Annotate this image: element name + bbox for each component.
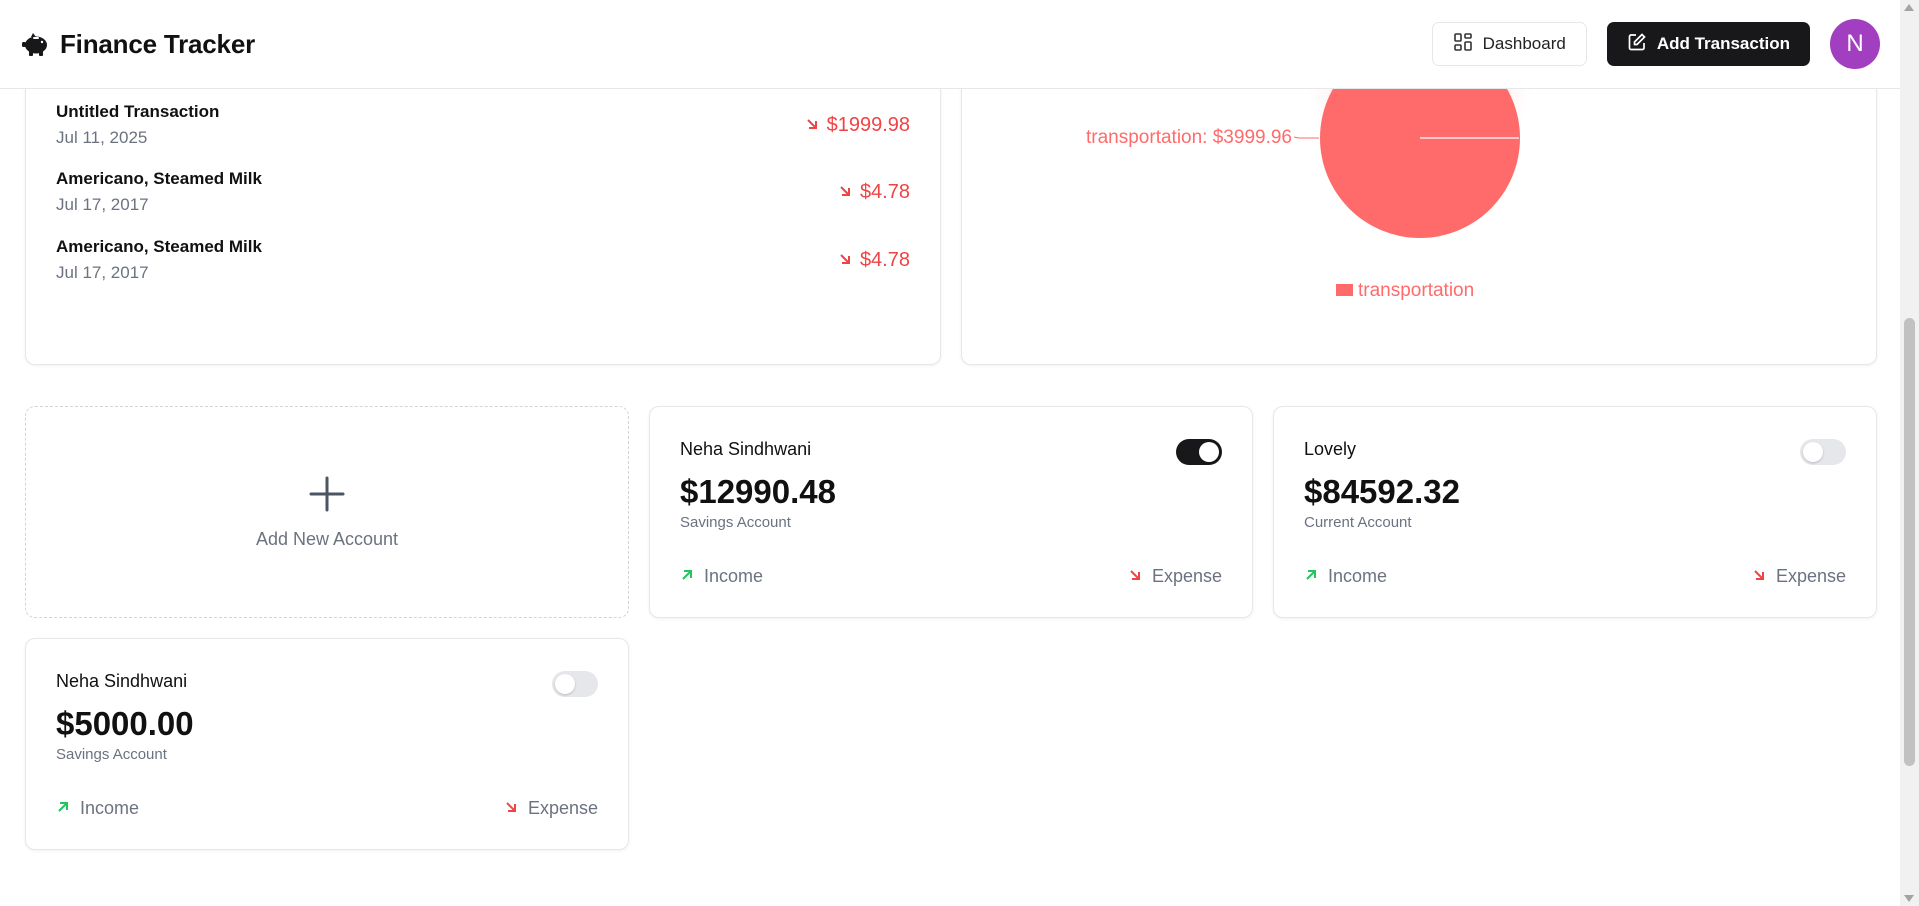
account-type: Savings Account xyxy=(56,746,167,763)
toggle-knob xyxy=(1199,442,1219,462)
expense-link[interactable]: Expense xyxy=(1752,566,1846,587)
account-type: Savings Account xyxy=(680,514,791,531)
scroll-up-arrow-icon[interactable] xyxy=(1904,4,1914,11)
add-account-label: Add New Account xyxy=(255,529,399,549)
legend-swatch xyxy=(1336,284,1353,296)
arrow-down-right-icon xyxy=(1752,566,1766,587)
account-balance: $5000.00 xyxy=(56,705,194,742)
transaction-amount-value: $1999.98 xyxy=(826,113,910,136)
header-actions: Dashboard Add Transaction N xyxy=(1431,19,1880,69)
plus-icon xyxy=(307,474,347,519)
transaction-amount: $1999.98 xyxy=(805,114,910,137)
income-link[interactable]: Income xyxy=(1304,566,1387,587)
transaction-amount: $4.78 xyxy=(838,249,910,272)
app-header: Finance Tracker Dashboard Add Transactio… xyxy=(0,0,1900,89)
transaction-name: Americano, Steamed Milk xyxy=(56,237,262,256)
expense-label: Expense xyxy=(1151,566,1222,586)
income-link[interactable]: Income xyxy=(680,566,763,587)
app-title: Finance Tracker xyxy=(60,28,255,59)
transaction-amount-value: $4.78 xyxy=(859,180,910,203)
chart-legend: transportation xyxy=(1336,280,1474,301)
account-type: Current Account xyxy=(1304,514,1412,531)
arrow-down-right-icon xyxy=(504,798,518,819)
add-transaction-button[interactable]: Add Transaction xyxy=(1606,22,1810,66)
default-account-toggle[interactable] xyxy=(1176,439,1222,465)
account-card[interactable]: Neha Sindhwani $12990.48 Savings Account… xyxy=(649,406,1253,618)
expense-label: Expense xyxy=(527,798,598,818)
account-owner: Neha Sindhwani xyxy=(56,671,188,691)
pie-label-leader-line xyxy=(1293,136,1319,139)
transaction-name: Americano, Steamed Milk xyxy=(56,169,262,188)
arrow-down-right-icon xyxy=(1128,566,1142,587)
arrow-down-right-icon xyxy=(838,249,852,272)
scroll-down-arrow-icon[interactable] xyxy=(1904,895,1914,902)
account-balance: $12990.48 xyxy=(680,473,836,510)
arrow-up-right-icon xyxy=(680,566,694,587)
transaction-date: Jul 17, 2017 xyxy=(56,195,149,214)
piggy-bank-icon xyxy=(20,30,50,58)
add-account-card[interactable]: Add New Account xyxy=(25,406,629,618)
transaction-name: Untitled Transaction xyxy=(56,102,220,121)
dashboard-button[interactable]: Dashboard xyxy=(1431,22,1587,66)
arrow-up-right-icon xyxy=(56,798,70,819)
income-label: Income xyxy=(704,566,764,586)
page-scrollbar[interactable] xyxy=(1900,0,1919,906)
user-avatar[interactable]: N xyxy=(1830,19,1880,69)
add-transaction-button-label: Add Transaction xyxy=(1656,34,1790,53)
account-card[interactable]: Lovely $84592.32 Current Account Income … xyxy=(1273,406,1877,618)
toggle-knob xyxy=(1803,442,1823,462)
expense-link[interactable]: Expense xyxy=(1128,566,1222,587)
transaction-row[interactable]: Untitled Transaction Jul 11, 2025 $1999.… xyxy=(56,97,910,153)
transaction-amount: $4.78 xyxy=(838,181,910,204)
expense-link[interactable]: Expense xyxy=(504,798,598,819)
arrow-down-right-icon xyxy=(838,181,852,204)
brand[interactable]: Finance Tracker xyxy=(20,29,255,60)
edit-icon xyxy=(1627,32,1647,57)
toggle-knob xyxy=(555,674,575,694)
income-label: Income xyxy=(80,798,140,818)
default-account-toggle[interactable] xyxy=(1800,439,1846,465)
account-owner: Lovely xyxy=(1304,439,1357,459)
dashboard-button-label: Dashboard xyxy=(1482,34,1566,53)
transaction-date: Jul 17, 2017 xyxy=(56,263,149,282)
account-owner: Neha Sindhwani xyxy=(680,439,812,459)
transaction-amount-value: $4.78 xyxy=(859,248,910,271)
pie-slice-label: transportation: $3999.96 xyxy=(1086,127,1292,148)
account-card[interactable]: Neha Sindhwani $5000.00 Savings Account … xyxy=(25,638,629,850)
income-link[interactable]: Income xyxy=(56,798,139,819)
arrow-down-right-icon xyxy=(805,114,819,137)
default-account-toggle[interactable] xyxy=(552,671,598,697)
grid-icon xyxy=(1453,32,1473,57)
transaction-row[interactable]: Americano, Steamed Milk Jul 17, 2017 $4.… xyxy=(56,164,910,220)
legend-label[interactable]: transportation xyxy=(1358,280,1474,301)
arrow-up-right-icon xyxy=(1304,566,1318,587)
transaction-date: Jul 11, 2025 xyxy=(56,128,148,147)
expense-label: Expense xyxy=(1775,566,1846,586)
transaction-row[interactable]: Americano, Steamed Milk Jul 17, 2017 $4.… xyxy=(56,232,910,288)
income-label: Income xyxy=(1328,566,1388,586)
scrollbar-thumb[interactable] xyxy=(1904,318,1915,766)
account-balance: $84592.32 xyxy=(1304,473,1460,510)
